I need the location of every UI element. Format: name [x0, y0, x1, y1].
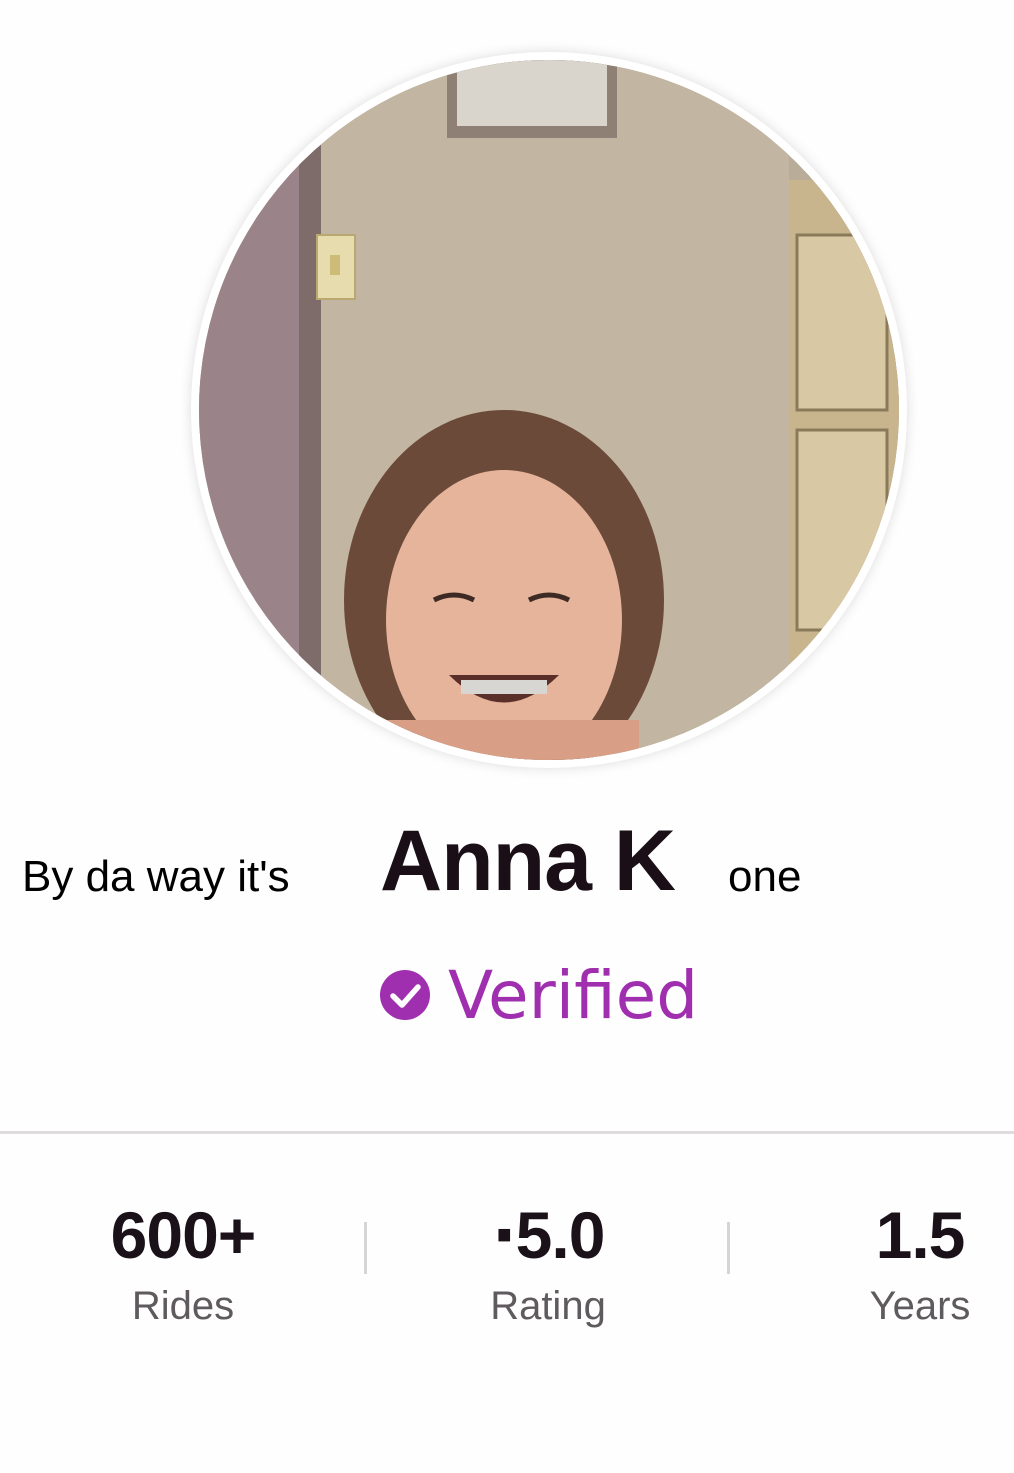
- stat-value: 600+: [110, 1198, 257, 1272]
- stat-years: 1.5 Years: [790, 1190, 1014, 1329]
- name-main: Anna K: [380, 813, 676, 909]
- avatar[interactable]: [199, 60, 899, 760]
- stat-rides: 600+ Rides: [53, 1190, 313, 1329]
- stat-separator: [727, 1222, 730, 1274]
- stat-label: Rating: [490, 1284, 606, 1328]
- name-prefix: By da way it's: [22, 852, 290, 901]
- check-circle-icon: [380, 970, 430, 1020]
- profile-page: By da way it's Anna K one Verified 600+ …: [0, 0, 1014, 1473]
- stat-label: Rides: [131, 1284, 235, 1328]
- profile-name: By da way it's Anna K one: [22, 812, 1002, 912]
- verified-label: Verified: [448, 956, 699, 1034]
- stat-rating: ⋅5.0 Rating: [418, 1190, 678, 1329]
- stat-value: ⋅5.0: [491, 1198, 606, 1272]
- avatar-photo: [199, 60, 899, 760]
- verified-badge: Verified: [378, 955, 698, 1035]
- stat-separator: [364, 1222, 367, 1274]
- divider: [0, 1131, 1014, 1134]
- stat-value: 1.5: [875, 1198, 966, 1272]
- stat-label: Years: [869, 1284, 971, 1328]
- name-suffix: one: [728, 852, 802, 901]
